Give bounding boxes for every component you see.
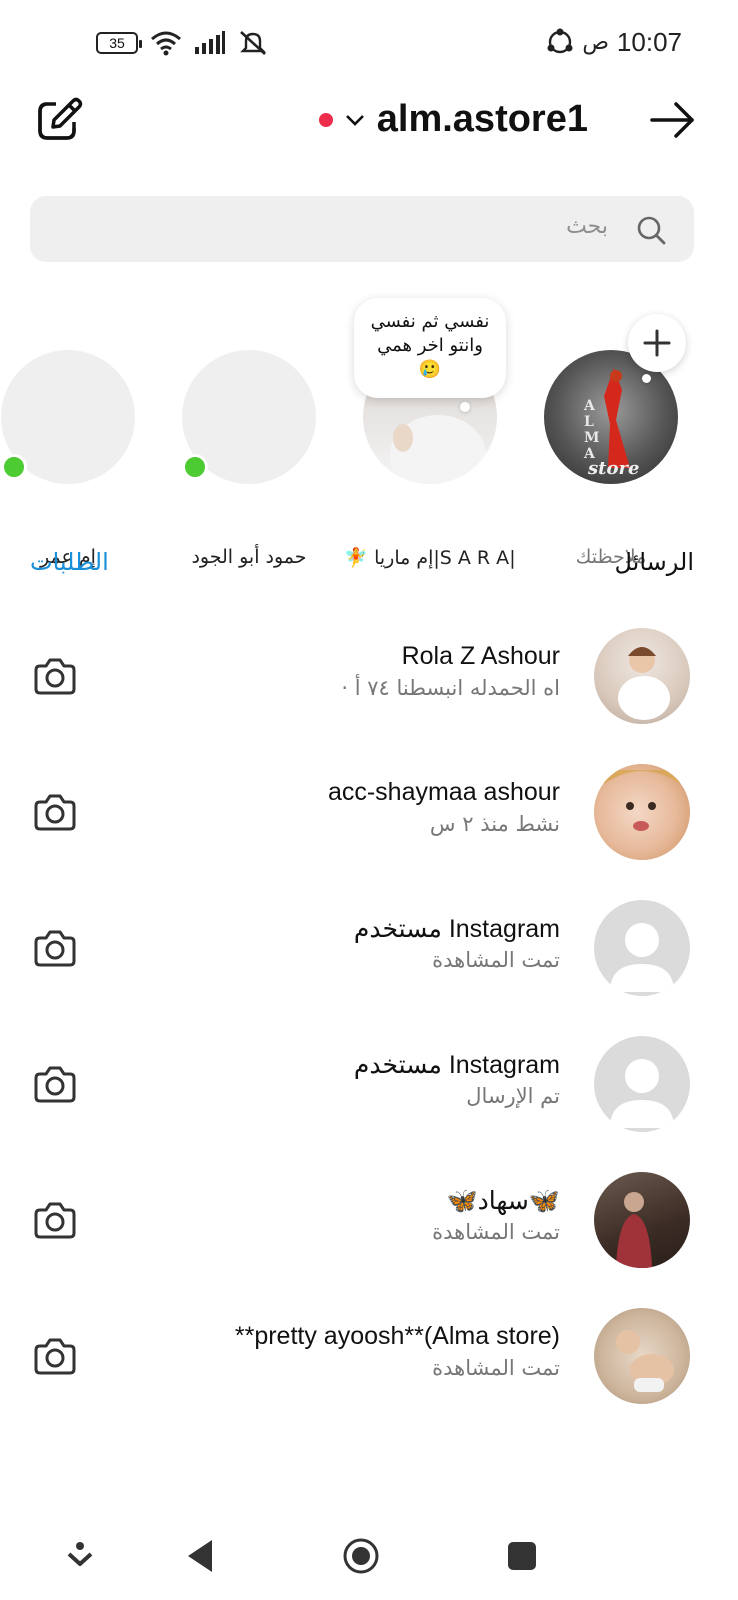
avatar	[594, 900, 690, 996]
battery-icon: 35	[96, 32, 142, 54]
avatar-photo	[616, 1192, 652, 1268]
list-item[interactable]: مستخدم Instagram تم الإرسال	[0, 1036, 738, 1172]
camera-icon[interactable]	[34, 928, 76, 968]
add-note-button[interactable]	[628, 314, 686, 372]
thread-name: Rola Z Ashour	[401, 642, 560, 670]
svg-text:store: store	[587, 458, 639, 479]
account-switcher[interactable]: alm.astore1	[318, 98, 588, 141]
status-icons: 35	[96, 28, 268, 58]
nav-home-icon[interactable]	[341, 1536, 381, 1576]
default-avatar-icon	[610, 923, 674, 992]
mute-bell-icon	[240, 31, 266, 55]
note-bubble-line2: وانتو اخر همي	[377, 335, 483, 356]
note-item-yours[interactable]: A L M A store ملاحظتك	[544, 350, 678, 568]
avatar	[594, 1036, 690, 1132]
app-header: alm.astore1	[0, 84, 738, 164]
page-title: alm.astore1	[376, 98, 588, 140]
camera-icon[interactable]	[34, 1200, 76, 1240]
nav-recents-icon[interactable]	[502, 1536, 542, 1576]
default-avatar-icon	[610, 1059, 674, 1128]
note-bubble-emoji: 🥲	[418, 359, 442, 380]
note-bubble-tail	[460, 402, 470, 412]
thread-preview: تمت المشاهدة	[432, 1220, 560, 1244]
sync-icon	[547, 28, 573, 54]
thread-preview: تم الإرسال	[466, 1084, 560, 1108]
nav-back-icon[interactable]	[182, 1536, 222, 1576]
svg-text:L: L	[584, 414, 594, 430]
note-bubble[interactable]: نفسي ثم نفسي وانتو اخر همي 🥲	[354, 298, 506, 398]
avatar	[594, 1172, 690, 1268]
note-bubble-line1: نفسي ثم نفسي	[370, 311, 490, 332]
avatar	[594, 628, 690, 724]
search-input[interactable]: بحث	[30, 196, 694, 262]
search-placeholder: بحث	[566, 214, 608, 239]
note-item-hamoud[interactable]: حمود أبو الجود	[182, 350, 316, 568]
battery-level: 35	[109, 35, 125, 51]
avatar	[594, 764, 690, 860]
status-bar: 35 ص 10:07	[0, 0, 738, 84]
status-ampm: ص	[582, 29, 609, 55]
online-indicator	[1, 454, 27, 480]
list-item[interactable]: مستخدم Instagram تمت المشاهدة	[0, 900, 738, 1036]
chevron-down-icon	[345, 114, 364, 126]
note-label: حمود أبو الجود	[191, 546, 307, 568]
note-label: |S A R A|إم ماريا 🧚	[344, 547, 516, 569]
thread-name: acc-shaymaa ashour	[327, 778, 560, 806]
thread-name: مستخدم Instagram	[353, 1051, 560, 1079]
status-time: 10:07	[616, 26, 682, 57]
list-item[interactable]: 🦋سهاد🦋 تمت المشاهدة	[0, 1172, 738, 1308]
list-item[interactable]: acc-shaymaa ashour نشط منذ ٢ س	[0, 764, 738, 900]
thread-preview: تمت المشاهدة	[432, 1356, 560, 1380]
thread-name: 🦋سهاد🦋	[446, 1187, 560, 1215]
camera-icon[interactable]	[34, 656, 76, 696]
plus-icon	[643, 329, 671, 357]
thread-preview: تمت المشاهدة	[432, 948, 560, 972]
messages-heading: الرسائل	[614, 548, 695, 576]
notes-tray: A L M A store ملاحظتك |S A R A|إم ماريا …	[0, 296, 738, 569]
thread-preview: نشط منذ ٢ س	[429, 812, 560, 836]
list-item[interactable]: **pretty ayoosh**(Alma store) تمت المشاه…	[0, 1308, 738, 1444]
camera-icon[interactable]	[34, 1064, 76, 1104]
compose-icon[interactable]	[36, 96, 84, 144]
search-icon	[637, 216, 666, 245]
svg-text:M: M	[584, 430, 600, 446]
camera-icon[interactable]	[34, 792, 76, 832]
avatar-photo	[604, 770, 680, 831]
back-arrow-icon[interactable]	[648, 100, 696, 140]
avatar	[594, 1308, 690, 1404]
requests-link[interactable]: الطلبات	[30, 548, 109, 576]
thread-name: **pretty ayoosh**(Alma store)	[234, 1322, 560, 1350]
avatar-photo	[616, 1330, 674, 1392]
add-note-tail	[642, 374, 651, 383]
list-item[interactable]: Rola Z Ashour اه الحمدله انبسطنا ٧٤ أ ·	[0, 628, 738, 764]
signal-icon	[195, 31, 225, 54]
nav-gesture-icon[interactable]	[60, 1536, 100, 1576]
svg-text:A: A	[583, 398, 596, 414]
camera-icon[interactable]	[34, 1336, 76, 1376]
wifi-icon	[151, 31, 181, 56]
thread-preview: اه الحمدله انبسطنا ٧٤ أ ·	[341, 676, 560, 700]
online-indicator	[182, 454, 208, 480]
thread-name: مستخدم Instagram	[353, 915, 560, 943]
avatar-photo	[618, 647, 670, 720]
note-item-omar[interactable]: إم عمر	[1, 350, 135, 568]
status-clock: ص 10:07	[546, 26, 682, 58]
activity-dot	[318, 112, 333, 127]
system-nav-bar	[0, 1510, 738, 1600]
